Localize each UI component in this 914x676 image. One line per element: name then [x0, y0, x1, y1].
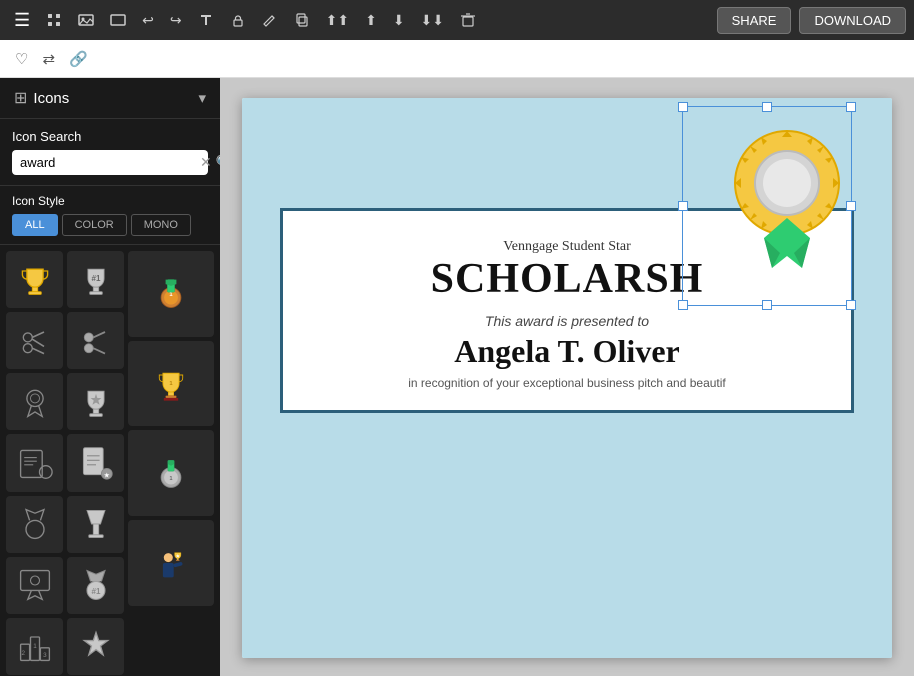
svg-text:#1: #1 — [91, 587, 100, 596]
panel-collapse-arrow[interactable]: ▾ — [198, 89, 206, 107]
style-buttons: ALL COLOR MONO — [12, 214, 208, 236]
list-item[interactable]: 1 — [128, 430, 214, 516]
icons-col-left: 2 1 3 — [6, 251, 63, 670]
move-down-btn[interactable]: ⬇ — [387, 8, 411, 33]
svg-text:1: 1 — [170, 476, 173, 482]
style-all-button[interactable]: ALL — [12, 214, 58, 236]
grid-icon: ⊞ — [14, 88, 27, 108]
list-item[interactable] — [67, 312, 124, 369]
move-down-all-btn[interactable]: ⬇⬇ — [415, 8, 450, 33]
second-toolbar: ♡ ⇄ 🔗 — [0, 40, 914, 78]
search-input[interactable] — [20, 155, 196, 170]
style-color-button[interactable]: COLOR — [62, 214, 127, 236]
svg-text:★: ★ — [103, 470, 109, 479]
list-item[interactable] — [6, 312, 63, 369]
move-up-btn[interactable]: ⬆⬆ — [320, 8, 355, 33]
import-icon-btn[interactable] — [40, 8, 68, 32]
certificate-background: Venngage Student Star SCHOLARSH This awa… — [242, 98, 892, 658]
list-item[interactable] — [6, 496, 63, 553]
panel-icon-area: ⊞ Icons — [14, 88, 69, 108]
svg-text:3: 3 — [43, 652, 47, 659]
list-item[interactable]: #1 — [67, 557, 124, 614]
left-panel: ⊞ Icons ▾ Icon Search ✕ 🔍 Icon Style ALL… — [0, 78, 220, 676]
list-item[interactable]: ★ — [67, 434, 124, 491]
selected-icon-area — [722, 108, 852, 273]
list-item[interactable] — [67, 373, 124, 430]
icons-col-color: 1 1 — [128, 251, 214, 670]
certificate-main-title: SCHOLARSH — [431, 255, 704, 303]
certificate-description: in recognition of your exceptional busin… — [408, 376, 726, 390]
list-item[interactable]: 1 — [128, 341, 214, 427]
undo-btn[interactable]: ↩ — [136, 8, 160, 33]
icon-style-label: Icon Style — [12, 194, 208, 208]
icon-search-section: Icon Search ✕ 🔍 — [0, 119, 220, 186]
share-button[interactable]: SHARE — [717, 7, 792, 34]
lock-btn[interactable] — [224, 8, 252, 32]
list-item[interactable] — [67, 618, 124, 675]
list-item[interactable] — [128, 520, 214, 606]
list-item[interactable] — [6, 373, 63, 430]
svg-text:1: 1 — [33, 643, 37, 650]
icon-search-label: Icon Search — [12, 129, 208, 144]
icons-col-right: #1 — [67, 251, 124, 670]
shapes-icon-btn[interactable] — [104, 8, 132, 32]
download-button[interactable]: DOWNLOAD — [799, 7, 906, 34]
text-btn[interactable] — [192, 8, 220, 32]
certificate-wrapper: Venngage Student Star SCHOLARSH This awa… — [242, 98, 892, 658]
edit-btn[interactable] — [256, 8, 284, 32]
panel-header: ⊞ Icons ▾ — [0, 78, 220, 119]
list-item[interactable] — [6, 251, 63, 308]
canvas-area[interactable]: Venngage Student Star SCHOLARSH This awa… — [220, 78, 914, 676]
delete-btn[interactable] — [454, 8, 482, 32]
search-input-wrap: ✕ 🔍 — [12, 150, 208, 175]
swap-btn[interactable]: ⇄ — [37, 46, 60, 72]
move-up-one-btn[interactable]: ⬆ — [359, 8, 383, 33]
list-item[interactable]: 1 — [128, 251, 214, 337]
list-item[interactable]: #1 — [67, 251, 124, 308]
icons-grid-section: 2 1 3 — [0, 245, 220, 676]
toolbar-left: ☰ ↩ ↪ ⬆⬆ ⬆ ⬇ ⬇⬇ — [8, 6, 482, 35]
panel-title: Icons — [33, 90, 69, 107]
redo-btn[interactable]: ↪ — [164, 8, 188, 33]
toolbar-right: SHARE DOWNLOAD — [717, 7, 906, 34]
main-area: ⊞ Icons ▾ Icon Search ✕ 🔍 Icon Style ALL… — [0, 78, 914, 676]
certificate-presented-text: This award is presented to — [485, 313, 649, 329]
icon-style-section: Icon Style ALL COLOR MONO — [0, 186, 220, 245]
image-icon-btn[interactable] — [72, 8, 100, 32]
copy-btn[interactable] — [288, 8, 316, 32]
handle-top-left[interactable] — [678, 102, 688, 112]
top-toolbar: ☰ ↩ ↪ ⬆⬆ ⬆ ⬇ ⬇⬇ SHARE — [0, 0, 914, 40]
search-clear-button[interactable]: ✕ — [200, 154, 212, 171]
certificate-subtitle: Venngage Student Star — [503, 239, 631, 255]
style-mono-button[interactable]: MONO — [131, 214, 191, 236]
menu-button[interactable]: ☰ — [8, 6, 36, 35]
svg-text:2: 2 — [21, 650, 25, 657]
list-item[interactable] — [6, 557, 63, 614]
svg-text:#1: #1 — [91, 273, 100, 282]
link-btn[interactable]: 🔗 — [64, 46, 93, 72]
certificate-recipient-name: Angela T. Oliver — [454, 333, 679, 370]
list-item[interactable] — [67, 496, 124, 553]
favorite-btn[interactable]: ♡ — [10, 46, 33, 72]
list-item[interactable] — [6, 434, 63, 491]
list-item[interactable]: 2 1 3 — [6, 618, 63, 675]
